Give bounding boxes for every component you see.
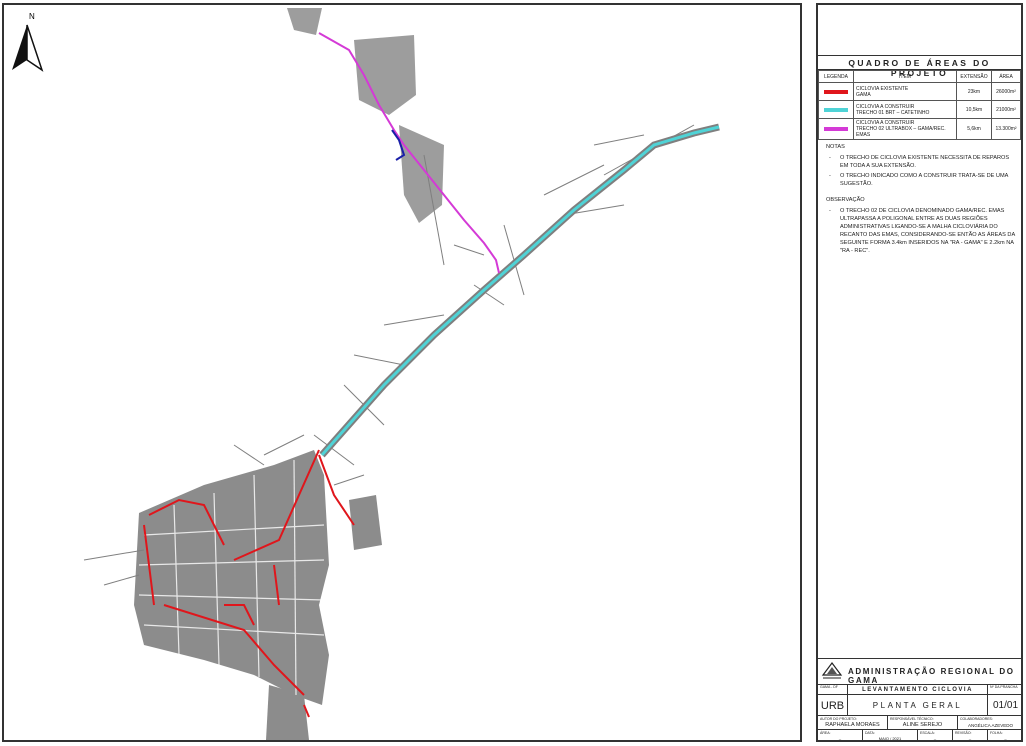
sheet-number: 01/01 bbox=[992, 700, 1019, 711]
date-cell: DATA: MAIO / 2021 bbox=[863, 730, 918, 742]
org-name: ADMINISTRAÇÃO REGIONAL DO GAMA bbox=[848, 667, 1015, 685]
responsible-cell: RESPONSÁVEL TÉCNICO: ALINE SEREJO bbox=[888, 716, 958, 729]
title-block: ADMINISTRAÇÃO REGIONAL DO GAMA GAMA - DF… bbox=[818, 658, 1021, 743]
notes-heading: NOTAS bbox=[826, 144, 845, 150]
cycleway-trecho-01 bbox=[320, 125, 720, 456]
observation-heading: OBSERVAÇÃO bbox=[826, 197, 865, 203]
north-arrow-icon: N bbox=[12, 12, 44, 72]
observation-item: O TRECHO 02 DE CICLOVIA DENOMINADO GAMA/… bbox=[826, 207, 1019, 255]
map-canvas[interactable]: N bbox=[4, 5, 802, 742]
responsible-label: RESPONSÁVEL TÉCNICO: bbox=[890, 717, 934, 721]
areas-table: LEGENDA ITEM EXTENSÃO ÁREA CICLOVIA EXIS… bbox=[818, 70, 1021, 140]
area-cell: ÁREA: – bbox=[818, 730, 863, 742]
scale-label: ESCALA: bbox=[920, 731, 935, 735]
revision-label: REVISÃO: bbox=[955, 731, 972, 735]
project-code: URB bbox=[820, 700, 845, 712]
swatch-trecho-01 bbox=[824, 107, 848, 112]
table-row: CICLOVIA A CONSTRUIR TRECHO 01 BRT – CATE… bbox=[818, 100, 1021, 119]
row-extension: 5,6km bbox=[956, 118, 992, 140]
header-extensao: EXTENSÃO bbox=[956, 70, 992, 83]
area-value: – bbox=[838, 736, 842, 741]
note-item: O TRECHO INDICADO COMO A CONSTRUIR TRATA… bbox=[826, 172, 1019, 188]
author-name: RAPHAELA MORAES bbox=[825, 722, 880, 728]
collaborators-name: ANGÉLICA AZEVEDO bbox=[967, 723, 1013, 728]
note-item: O TRECHO DE CICLOVIA EXISTENTE NECESSITA… bbox=[826, 154, 1019, 170]
project-row: GAMA - DF LEVANTAMENTO CICLOVIA Nº DA PR… bbox=[818, 684, 1021, 695]
swatch-trecho-02 bbox=[824, 127, 848, 131]
plan-title: PLANTA GERAL bbox=[872, 701, 963, 710]
row-extension: 10,5km bbox=[956, 100, 992, 119]
legend-swatch bbox=[818, 100, 854, 119]
authors-row: AUTOR DO PROJETO: RAPHAELA MORAES RESPONS… bbox=[818, 716, 1021, 730]
table-row: CICLOVIA A CONSTRUIR TRECHO 02 ULTRABOX –… bbox=[818, 118, 1021, 140]
author-cell: AUTOR DO PROJETO: RAPHAELA MORAES bbox=[818, 716, 888, 729]
map-frame[interactable]: N bbox=[2, 3, 802, 742]
info-row: ÁREA: – DATA: MAIO / 2021 ESCALA: – REVISÃO… bbox=[818, 730, 1021, 742]
scale-value: – bbox=[933, 736, 937, 741]
table-header-row: LEGENDA ITEM EXTENSÃO ÁREA bbox=[818, 70, 1021, 83]
legend-panel: QUADRO DE ÁREAS DO PROJETO LEGENDA ITEM … bbox=[816, 3, 1023, 742]
collaborators-cell: COLABORADORES: ANGÉLICA AZEVEDO bbox=[958, 716, 1023, 729]
logo-caption-cell: GAMA - DF bbox=[818, 684, 848, 694]
row-area: 21000m² bbox=[991, 100, 1021, 119]
plan-row: URB PLANTA GERAL 01/01 bbox=[818, 695, 1021, 716]
highway-corridor bbox=[319, 123, 720, 458]
row-extension: 23km bbox=[956, 82, 992, 101]
code-cell: URB bbox=[818, 695, 848, 715]
row-item: CICLOVIA EXISTENTE GAMA bbox=[853, 82, 957, 101]
panel-title: QUADRO DE ÁREAS DO PROJETO bbox=[818, 55, 1021, 78]
plan-title-cell: PLANTA GERAL bbox=[848, 695, 988, 715]
folha-cell: FOLHA: – bbox=[988, 730, 1023, 742]
row-item-line2: TRECHO 01 BRT – CATETINHO bbox=[856, 109, 930, 116]
header-area: ÁREA bbox=[991, 70, 1021, 83]
row-area: 13.300m² bbox=[991, 118, 1021, 140]
table-row: CICLOVIA EXISTENTE GAMA 23km 26000m² bbox=[818, 82, 1021, 101]
legend-swatch bbox=[818, 82, 854, 101]
header-item: ITEM bbox=[853, 70, 957, 83]
row-item: CICLOVIA A CONSTRUIR TRECHO 01 BRT – CATE… bbox=[853, 100, 957, 119]
legend-swatch bbox=[818, 118, 854, 140]
sheet-label-cell: Nº DA PRANCHA bbox=[988, 684, 1023, 694]
project-name: LEVANTAMENTO CICLOVIA bbox=[862, 687, 973, 693]
scale-cell: ESCALA: – bbox=[918, 730, 953, 742]
date-label: DATA: bbox=[865, 731, 875, 735]
folha-value: – bbox=[1004, 736, 1007, 741]
swatch-existing bbox=[824, 89, 848, 94]
area-label: ÁREA: bbox=[820, 731, 831, 735]
project-cell: LEVANTAMENTO CICLOVIA bbox=[848, 684, 988, 694]
header-legenda: LEGENDA bbox=[818, 70, 854, 83]
sheet-number-cell: 01/01 bbox=[988, 695, 1023, 715]
revision-cell: REVISÃO: – bbox=[953, 730, 988, 742]
row-item-line2: TRECHO 02 ULTRABOX – GAMA/REC. EMAS bbox=[856, 126, 946, 138]
gama-logo-icon bbox=[821, 662, 843, 679]
row-item: CICLOVIA A CONSTRUIR TRECHO 02 ULTRABOX –… bbox=[853, 118, 957, 140]
revision-value: – bbox=[968, 736, 972, 741]
notes-section: NOTAS O TRECHO DE CICLOVIA EXISTENTE NEC… bbox=[826, 143, 1019, 257]
north-label: N bbox=[29, 12, 35, 21]
folha-label: FOLHA: bbox=[990, 731, 1003, 735]
gama-urban-area bbox=[134, 450, 382, 740]
logo-caption: GAMA - DF bbox=[820, 685, 838, 689]
collaborators-label: COLABORADORES: bbox=[960, 717, 993, 721]
north-urban-area bbox=[287, 8, 444, 223]
row-area: 26000m² bbox=[991, 82, 1021, 101]
row-item-line2: GAMA bbox=[856, 91, 871, 98]
date-value: MAIO / 2021 bbox=[878, 736, 902, 741]
author-label: AUTOR DO PROJETO: bbox=[820, 717, 857, 721]
responsible-name: ALINE SEREJO bbox=[902, 722, 943, 728]
sheet-label: Nº DA PRANCHA bbox=[990, 685, 1018, 689]
org-row: ADMINISTRAÇÃO REGIONAL DO GAMA bbox=[818, 659, 1021, 685]
